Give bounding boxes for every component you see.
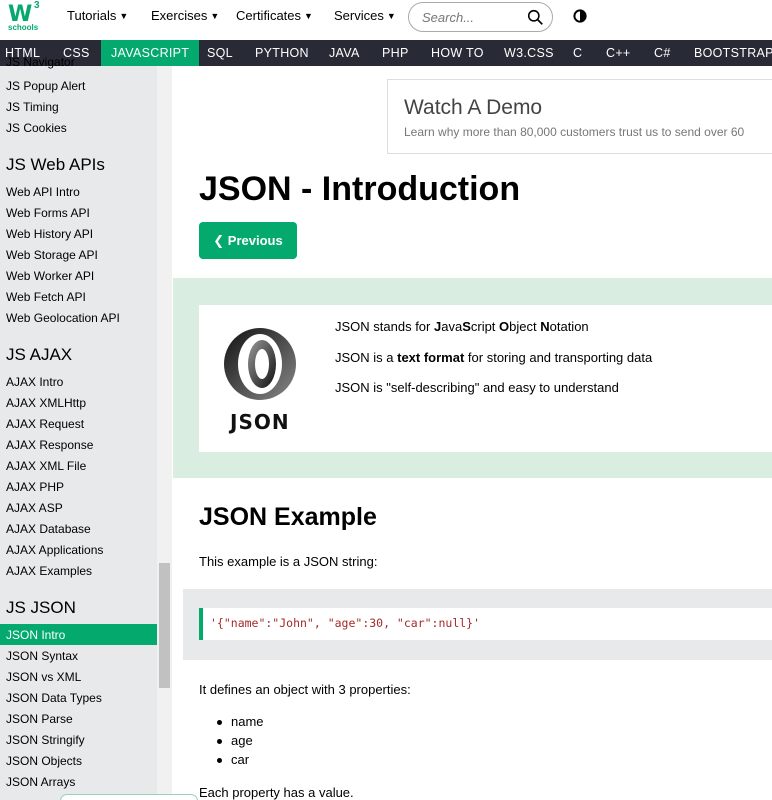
sidebar-item-web-geolocation-api[interactable]: Web Geolocation API (6, 311, 120, 325)
sidebar-item-ajax-asp[interactable]: AJAX ASP (6, 501, 63, 515)
json-string-code: '{"name":"John", "age":30, "car":null}' (210, 616, 481, 630)
search-placeholder: Search... (422, 10, 475, 25)
w3schools-logo[interactable]: W 3 schools (6, 0, 42, 36)
sidebar-scrollbar-track[interactable] (157, 66, 172, 800)
json-logo-icon (224, 328, 296, 400)
ad-banner[interactable]: Watch A Demo Learn why more than 80,000 … (387, 79, 772, 154)
sidebar-item-ajax-xmlhttp[interactable]: AJAX XMLHttp (6, 396, 86, 410)
sidebar-item-json-data-types[interactable]: JSON Data Types (6, 691, 102, 705)
contrast-icon[interactable] (573, 9, 587, 23)
sidebar-item-web-storage-api[interactable]: Web Storage API (6, 248, 98, 262)
sidebar-item-ajax-xml-file[interactable]: AJAX XML File (6, 459, 86, 473)
list-item: name (214, 714, 264, 733)
sidebar-item-json-objects[interactable]: JSON Objects (6, 754, 82, 768)
caret-down-icon: ▼ (386, 11, 396, 21)
sidebar-heading-ajax: JS AJAX (6, 345, 73, 364)
top-bar: W 3 schools Tutorials ▼ Exercises ▼ Certif… (0, 0, 772, 40)
sidebar-item-json-arrays[interactable]: JSON Arrays (6, 775, 75, 789)
sidebar-item-web-fetch-api[interactable]: Web Fetch API (6, 290, 86, 304)
sidebar-item-js-popup-alert[interactable]: JS Popup Alert (6, 79, 85, 93)
property-list: name age car (214, 714, 264, 771)
language-nav-bar: HTML CSS JAVASCRIPT SQL PYTHON JAVA PHP … (0, 40, 772, 66)
ad-subtitle: Learn why more than 80,000 customers tru… (404, 125, 745, 139)
section-heading-json-example: JSON Example (199, 503, 377, 531)
nav-bootstrap[interactable]: BOOTSTRAP (694, 40, 772, 66)
sidebar-item-ajax-intro[interactable]: AJAX Intro (6, 375, 63, 389)
ad-title: Watch A Demo (404, 96, 543, 119)
chevron-left-icon: ❮ (213, 233, 225, 248)
sidebar-item-json-stringify[interactable]: JSON Stringify (6, 733, 85, 747)
sidebar-item-js-timing[interactable]: JS Timing (6, 100, 59, 114)
note-line-text-format: JSON is a text format for storing and tr… (335, 350, 653, 365)
topnav-exercises[interactable]: Exercises ▼ (151, 8, 219, 23)
nav-cpp[interactable]: C++ (606, 40, 631, 66)
bottom-floating-button[interactable] (60, 794, 198, 800)
sidebar-item-ajax-applications[interactable]: AJAX Applications (6, 543, 103, 557)
sidebar-item-js-cookies[interactable]: JS Cookies (6, 121, 67, 135)
search-icon[interactable] (527, 9, 544, 26)
sidebar-item-json-vs-xml[interactable]: JSON vs XML (6, 670, 81, 684)
sidebar-heading-web-apis: JS Web APIs (6, 155, 105, 174)
topnav-tutorials[interactable]: Tutorials ▼ (67, 8, 128, 23)
search-input[interactable]: Search... (408, 2, 553, 32)
logo-subtitle: schools (8, 23, 39, 32)
nav-java[interactable]: JAVA (329, 40, 360, 66)
nav-python[interactable]: PYTHON (255, 40, 309, 66)
nav-csharp[interactable]: C# (654, 40, 671, 66)
note-line-stands-for: JSON stands for JavaScript Object Notati… (335, 319, 589, 334)
sidebar-item-ajax-request[interactable]: AJAX Request (6, 417, 84, 431)
topnav-certificates[interactable]: Certificates ▼ (236, 8, 313, 23)
previous-button[interactable]: ❮ Previous (199, 222, 297, 259)
list-item: car (214, 752, 264, 771)
nav-sql[interactable]: SQL (207, 40, 233, 66)
defines-text: It defines an object with 3 properties: (199, 682, 411, 697)
logo-superscript: 3 (34, 0, 40, 11)
sidebar-item-ajax-php[interactable]: AJAX PHP (6, 480, 64, 494)
sidebar-scrollbar-thumb[interactable] (159, 563, 170, 688)
json-logo-text: JSON (230, 410, 290, 434)
sidebar-item-ajax-database[interactable]: AJAX Database (6, 522, 91, 536)
sidebar-item-js-navigator[interactable]: JS Navigator (6, 55, 75, 69)
sidebar-item-web-history-api[interactable]: Web History API (6, 227, 93, 241)
sidebar-item-web-worker-api[interactable]: Web Worker API (6, 269, 94, 283)
previous-label: Previous (227, 233, 283, 248)
nav-w3css[interactable]: W3.CSS (504, 40, 554, 66)
sidebar-heading-json: JS JSON (6, 598, 76, 617)
caret-down-icon: ▼ (210, 11, 220, 21)
note-line-self-describing: JSON is "self-describing" and easy to un… (335, 380, 619, 395)
sidebar (0, 66, 157, 800)
nav-c[interactable]: C (573, 40, 582, 66)
nav-javascript[interactable]: JAVASCRIPT (101, 40, 200, 66)
sidebar-item-json-intro[interactable]: JSON Intro (6, 628, 65, 642)
topnav-services[interactable]: Services ▼ (334, 8, 396, 23)
caret-down-icon: ▼ (304, 11, 313, 21)
page-title: JSON - Introduction (199, 170, 521, 208)
sidebar-item-json-parse[interactable]: JSON Parse (6, 712, 73, 726)
example-intro-text: This example is a JSON string: (199, 554, 378, 569)
sidebar-item-web-forms-api[interactable]: Web Forms API (6, 206, 90, 220)
sidebar-item-ajax-response[interactable]: AJAX Response (6, 438, 93, 452)
sidebar-item-web-api-intro[interactable]: Web API Intro (6, 185, 80, 199)
nav-how-to[interactable]: HOW TO (431, 40, 484, 66)
sidebar-item-ajax-examples[interactable]: AJAX Examples (6, 564, 92, 578)
caret-down-icon: ▼ (119, 11, 129, 21)
each-property-text: Each property has a value. (199, 785, 354, 800)
list-item: age (214, 733, 264, 752)
nav-php[interactable]: PHP (382, 40, 409, 66)
sidebar-item-json-syntax[interactable]: JSON Syntax (6, 649, 78, 663)
